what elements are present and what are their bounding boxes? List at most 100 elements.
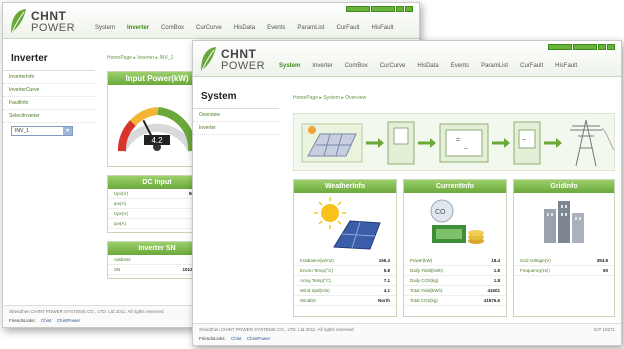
link-chintpower[interactable]: ChintPower (247, 336, 270, 341)
main-nav: System Inverter ComBox CurCurve HisData Event… (89, 25, 399, 31)
row-value: 394.8 (596, 258, 608, 263)
table-row: Daily CO2(kg) 1.8 (404, 276, 506, 286)
inverter-icon: = ~ (439, 123, 489, 163)
row-label: Irradiance(w/m2) (300, 258, 334, 263)
svg-text:=: = (456, 137, 460, 144)
tab-curfault[interactable]: CurFault (330, 25, 365, 31)
row-value: 41675.6 (483, 298, 500, 303)
sidebar: System Overview Inverter (193, 87, 279, 135)
sidebar-title: System (193, 87, 279, 109)
link-chint[interactable]: Chint (41, 318, 52, 323)
table-row: Total Yield(kWh) 41601 (404, 286, 506, 296)
brand-subname: POWER (221, 60, 266, 72)
toolbar-button[interactable] (405, 6, 413, 12)
sidebar-item-overview[interactable]: Overview (193, 109, 279, 122)
toolbar-button[interactable] (346, 6, 370, 12)
icp-number: ICP 10271 (593, 327, 615, 332)
tab-hisfault[interactable]: HisFault (365, 25, 399, 31)
tab-inverter[interactable]: Inverter (306, 63, 338, 69)
grid-info-panel: GridInfo Grid Voltage(V) 394.8 Frequency(… (513, 179, 615, 317)
row-label: Wind Spd(m/s) (300, 288, 330, 293)
sidebar-item-selectinverter[interactable]: SelectInverter (3, 110, 95, 123)
svg-text:~: ~ (464, 146, 468, 153)
tab-combox[interactable]: ComBox (339, 63, 374, 69)
tab-hisdata[interactable]: HisData (228, 25, 261, 31)
table-row: Irradiance(w/m2) 155.3 (294, 256, 396, 266)
toolbar-button[interactable] (573, 44, 597, 50)
inverter-select[interactable]: INV_1 ▾ (11, 126, 73, 136)
window-controls (548, 44, 615, 51)
breadcrumb: HomePage ▸ System ▸ Overview (293, 95, 367, 101)
tab-events[interactable]: Events (445, 63, 475, 69)
tab-combox[interactable]: ComBox (155, 25, 190, 31)
leaf-logo-icon (11, 9, 26, 33)
toolbar-button[interactable] (548, 44, 572, 50)
svg-text:CO: CO (435, 209, 446, 216)
system-flow: = ~ ~ (301, 119, 615, 167)
table-row: Daily Yield(kWh) 1.8 (404, 266, 506, 276)
tab-curcurve[interactable]: CurCurve (374, 63, 412, 69)
row-label: Upv(V) (114, 191, 129, 196)
friend-links: FriendsLinks: Chint ChintPower (199, 336, 615, 341)
system-diagram: = ~ ~ (293, 113, 615, 171)
sidebar-item-faultinfo[interactable]: FaultInfo (3, 97, 95, 110)
tab-hisdata[interactable]: HisData (411, 63, 444, 69)
brand-name: CHNT (31, 9, 67, 23)
window-controls (346, 6, 413, 13)
row-label: Daily CO2(kg) (410, 278, 439, 283)
row-label: Frequency(Hz) (520, 268, 550, 273)
tab-system[interactable]: System (273, 63, 306, 69)
power-grid-tower-icon (570, 119, 615, 167)
toolbar-button[interactable] (607, 44, 615, 50)
gauge-reading: 4.2 (151, 136, 163, 145)
header: CHNT POWER System Inverter ComBox CurCurve H… (193, 41, 621, 77)
sidebar-title: Inverter (3, 49, 95, 71)
table-row: Total CO2(kg) 41675.6 (404, 296, 506, 306)
tab-paramlist[interactable]: ParamList (291, 25, 330, 31)
row-label: SN (114, 267, 121, 272)
table-row: Enviro Temp(°C) 5.8 (294, 266, 396, 276)
table-row: Wind Spd(m/s) 4.1 (294, 286, 396, 296)
toolbar-button[interactable] (396, 6, 404, 12)
table-row: Array Temp(°C) 7.1 (294, 276, 396, 286)
footer: ShenZhen CHINT POWER SYSTEMS CO., LTD. L… (193, 323, 621, 345)
toolbar-button[interactable] (598, 44, 606, 50)
row-value: 5.8 (383, 268, 390, 273)
toolbar-button[interactable] (371, 6, 395, 12)
sidebar: Inverter InverterInfo InverterCurve Faul… (3, 49, 95, 139)
row-value: 1.8 (493, 268, 500, 273)
tab-inverter[interactable]: Inverter (121, 25, 155, 31)
row-label: Ipv(A) (114, 221, 127, 226)
tab-curcurve[interactable]: CurCurve (190, 25, 228, 31)
tab-system[interactable]: System (89, 25, 121, 31)
sidebar-item-inverter[interactable]: Inverter (193, 122, 279, 135)
svg-text:~: ~ (522, 137, 526, 144)
tab-hisfault[interactable]: HisFault (549, 63, 583, 69)
breadcrumb: HomePage ▸ Inverter ▸ INV_1 (107, 55, 174, 61)
tab-paramlist[interactable]: ParamList (475, 63, 514, 69)
sidebar-item-inverterinfo[interactable]: InverterInfo (3, 71, 95, 84)
leaf-logo-icon (201, 47, 216, 71)
brand-logo[interactable]: CHNT POWER (199, 45, 279, 73)
row-label: WindDir (300, 298, 317, 303)
brand-logo[interactable]: CHNT POWER (9, 7, 89, 35)
row-label: Total CO2(kg) (410, 298, 438, 303)
table-row: Grid Voltage(V) 394.8 (514, 256, 614, 266)
chevron-down-icon[interactable]: ▾ (63, 127, 72, 135)
friend-links-label: FriendsLinks: (9, 318, 36, 323)
grid-building-icon (544, 201, 584, 243)
link-chint[interactable]: Chint (231, 336, 242, 341)
table-row: Frequency(Hz) 50 (514, 266, 614, 276)
inverter-select-value: INV_1 (15, 128, 29, 134)
sun-panel-icon (314, 197, 381, 250)
tab-events[interactable]: Events (261, 25, 291, 31)
tab-curfault[interactable]: CurFault (514, 63, 549, 69)
row-label: Grid Voltage(V) (520, 258, 551, 263)
weather-info-panel: WeatherInfo Irradiance(w/m2) 155.3 Enviro… (293, 179, 397, 317)
row-value: 155.3 (378, 258, 390, 263)
link-chintpower[interactable]: ChintPower (57, 318, 80, 323)
table-row: Power(kW) 18.4 (404, 256, 506, 266)
row-value: 4.1 (383, 288, 390, 293)
sidebar-item-invertercurve[interactable]: InverterCurve (3, 84, 95, 97)
row-label: Daily Yield(kWh) (410, 268, 444, 273)
